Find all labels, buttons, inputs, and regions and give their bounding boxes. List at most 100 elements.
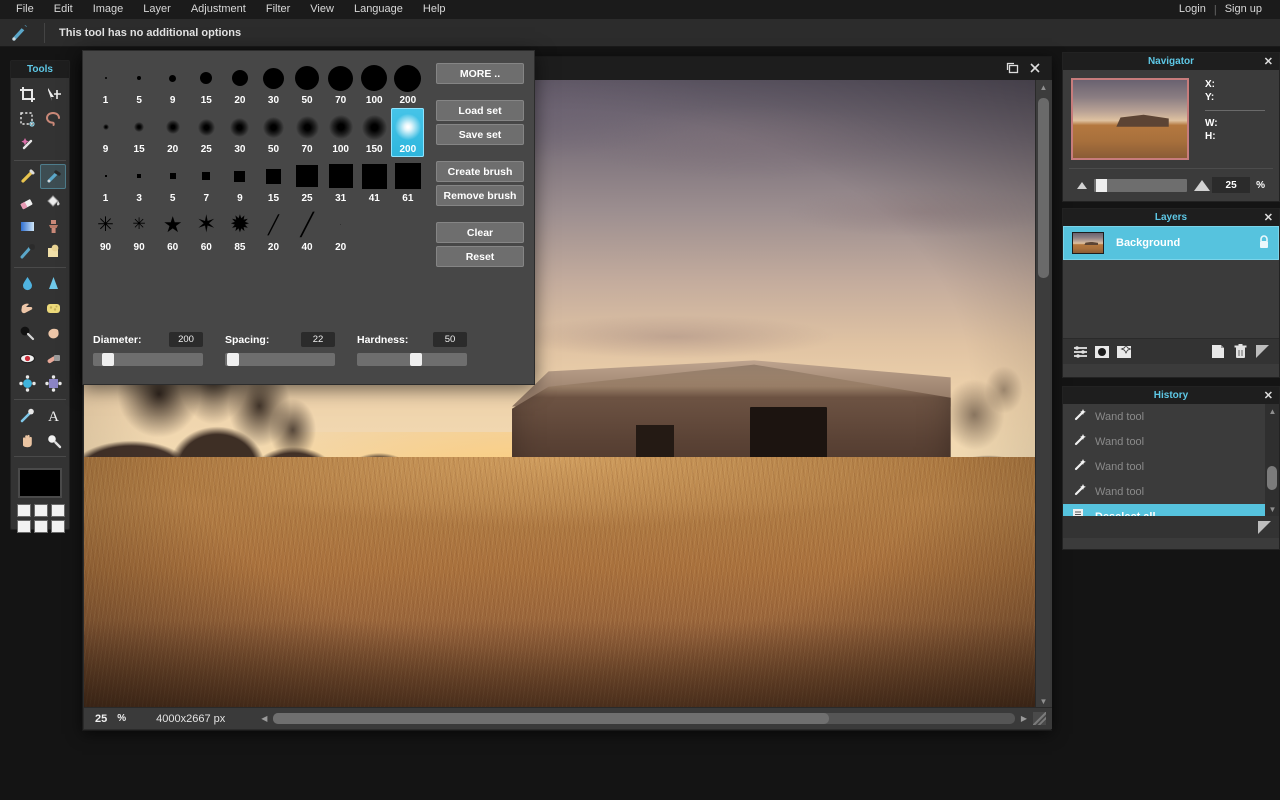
brush-swatch-shape-90[interactable]: ✳90: [123, 206, 156, 255]
brush-swatch-square-15[interactable]: 15: [257, 157, 290, 206]
history-item[interactable]: Deselect all: [1063, 504, 1279, 516]
brush-swatch-shape-40[interactable]: ╱40: [291, 206, 324, 255]
scroll-right-arrow[interactable]: ▶: [1021, 714, 1027, 723]
palette-swatch[interactable]: [51, 504, 65, 517]
menu-item-adjustment[interactable]: Adjustment: [181, 0, 256, 19]
dodge-tool[interactable]: [14, 321, 40, 346]
menu-item-help[interactable]: Help: [413, 0, 456, 19]
brush-swatch-soft-150[interactable]: 150: [358, 108, 391, 157]
slider-track[interactable]: [225, 353, 335, 366]
clear-button[interactable]: Clear: [436, 222, 524, 243]
brush-swatch-square-41[interactable]: 41: [358, 157, 391, 206]
palette-swatch[interactable]: [51, 520, 65, 533]
menu-item-file[interactable]: File: [6, 0, 44, 19]
eyedropper-tool[interactable]: [14, 403, 40, 428]
close-icon[interactable]: ✕: [1264, 55, 1273, 68]
slider-track[interactable]: [93, 353, 203, 366]
brush-swatch-square-3[interactable]: 3: [123, 157, 156, 206]
palette-swatch[interactable]: [34, 504, 48, 517]
slider-value[interactable]: 22: [301, 332, 335, 347]
layer-mask-icon[interactable]: [1091, 342, 1113, 362]
resize-grip-icon[interactable]: [1251, 342, 1273, 362]
menu-item-edit[interactable]: Edit: [44, 0, 83, 19]
zoom-tool[interactable]: [40, 428, 66, 453]
slider-knob[interactable]: [102, 353, 114, 366]
close-icon[interactable]: ✕: [1264, 389, 1273, 402]
signup-link[interactable]: Sign up: [1217, 0, 1270, 19]
brush-swatch-soft-9[interactable]: 9: [89, 108, 122, 157]
zoom-out-icon[interactable]: [1077, 182, 1087, 189]
blur-tool[interactable]: [14, 271, 40, 296]
horizontal-scroll-thumb[interactable]: [273, 713, 829, 724]
sharpen-tool[interactable]: [40, 271, 66, 296]
eraser-tool[interactable]: [14, 189, 40, 214]
brush-swatch-hard-20[interactable]: 20: [223, 59, 256, 108]
horizontal-scroll-track[interactable]: [273, 713, 1014, 724]
more-button[interactable]: MORE ..: [436, 63, 524, 84]
brush-swatch-soft-50[interactable]: 50: [257, 108, 290, 157]
new-adjustment-layer-icon[interactable]: [1113, 342, 1135, 362]
palette-swatch[interactable]: [17, 520, 31, 533]
brush-swatch-hard-30[interactable]: 30: [257, 59, 290, 108]
reset-button[interactable]: Reset: [436, 246, 524, 267]
sponge-tool[interactable]: [40, 296, 66, 321]
restore-window-icon[interactable]: [1006, 62, 1019, 76]
palette-swatch[interactable]: [34, 520, 48, 533]
brush-swatch-square-25[interactable]: 25: [291, 157, 324, 206]
slider-value[interactable]: 50: [433, 332, 467, 347]
menu-item-view[interactable]: View: [300, 0, 344, 19]
bloat-tool[interactable]: [14, 371, 40, 396]
save-set-button[interactable]: Save set: [436, 124, 524, 145]
scroll-left-arrow[interactable]: ◀: [261, 714, 267, 723]
history-item[interactable]: Wand tool: [1063, 429, 1279, 454]
brush-swatch-soft-30[interactable]: 30: [223, 108, 256, 157]
clone-stamp-tool[interactable]: [40, 214, 66, 239]
move-tool[interactable]: [40, 82, 66, 107]
brush-swatch-hard-15[interactable]: 15: [190, 59, 223, 108]
close-icon[interactable]: [1029, 62, 1041, 76]
navigator-zoom-knob[interactable]: [1096, 179, 1107, 192]
finger-tool[interactable]: [14, 296, 40, 321]
pencil-tool[interactable]: [14, 164, 40, 189]
brush-swatch-shape-20[interactable]: ╱20: [257, 206, 290, 255]
shape-tool[interactable]: [40, 239, 66, 264]
navigator-zoom-slider[interactable]: [1094, 179, 1187, 192]
palette-swatch[interactable]: [17, 504, 31, 517]
delete-layer-icon[interactable]: [1229, 342, 1251, 362]
menu-item-layer[interactable]: Layer: [133, 0, 181, 19]
slider-track[interactable]: [357, 353, 467, 366]
brush-swatch-hard-50[interactable]: 50: [291, 59, 324, 108]
history-scroll-thumb[interactable]: [1267, 466, 1277, 490]
brush-swatch-square-9[interactable]: 9: [223, 157, 256, 206]
brush-swatch-shape-85[interactable]: ✹85: [223, 206, 256, 255]
red-eye-tool[interactable]: [14, 346, 40, 371]
brush-swatch-hard-1[interactable]: 1: [89, 59, 122, 108]
slider-value[interactable]: 200: [169, 332, 203, 347]
layer-properties-icon[interactable]: [1069, 342, 1091, 362]
navigator-zoom-value[interactable]: 25: [1212, 177, 1250, 193]
brush-swatch-soft-20[interactable]: 20: [156, 108, 189, 157]
gradient-tool[interactable]: [14, 214, 40, 239]
brush-swatch-soft-15[interactable]: 15: [123, 108, 156, 157]
brush-swatch-hard-9[interactable]: 9: [156, 59, 189, 108]
healing-brush-tool[interactable]: [40, 346, 66, 371]
window-resize-grip[interactable]: [1033, 712, 1046, 725]
paint-bucket-tool[interactable]: [40, 189, 66, 214]
lasso-tool[interactable]: [40, 107, 66, 132]
canvas-horizontal-scrollbar[interactable]: ◀ ▶: [261, 713, 1027, 724]
brush-swatch-square-1[interactable]: 1: [89, 157, 122, 206]
duplicate-layer-icon[interactable]: [1207, 342, 1229, 362]
menu-item-language[interactable]: Language: [344, 0, 413, 19]
burn-tool[interactable]: [40, 321, 66, 346]
history-list[interactable]: Wand toolWand toolWand toolWand toolDese…: [1063, 404, 1279, 516]
brush-swatch-soft-25[interactable]: 25: [190, 108, 223, 157]
brush-swatch-shape-20[interactable]: ·20: [324, 206, 357, 255]
brush-swatch-hard-5[interactable]: 5: [123, 59, 156, 108]
history-item[interactable]: Wand tool: [1063, 479, 1279, 504]
rectangular-marquee-tool[interactable]: [14, 107, 40, 132]
layer-row-background[interactable]: Background: [1063, 226, 1279, 260]
brush-swatch-hard-70[interactable]: 70: [324, 59, 357, 108]
history-item[interactable]: Wand tool: [1063, 404, 1279, 429]
foreground-color-swatch[interactable]: [18, 468, 62, 498]
canvas-vertical-scrollbar[interactable]: ▲ ▼: [1035, 80, 1050, 708]
